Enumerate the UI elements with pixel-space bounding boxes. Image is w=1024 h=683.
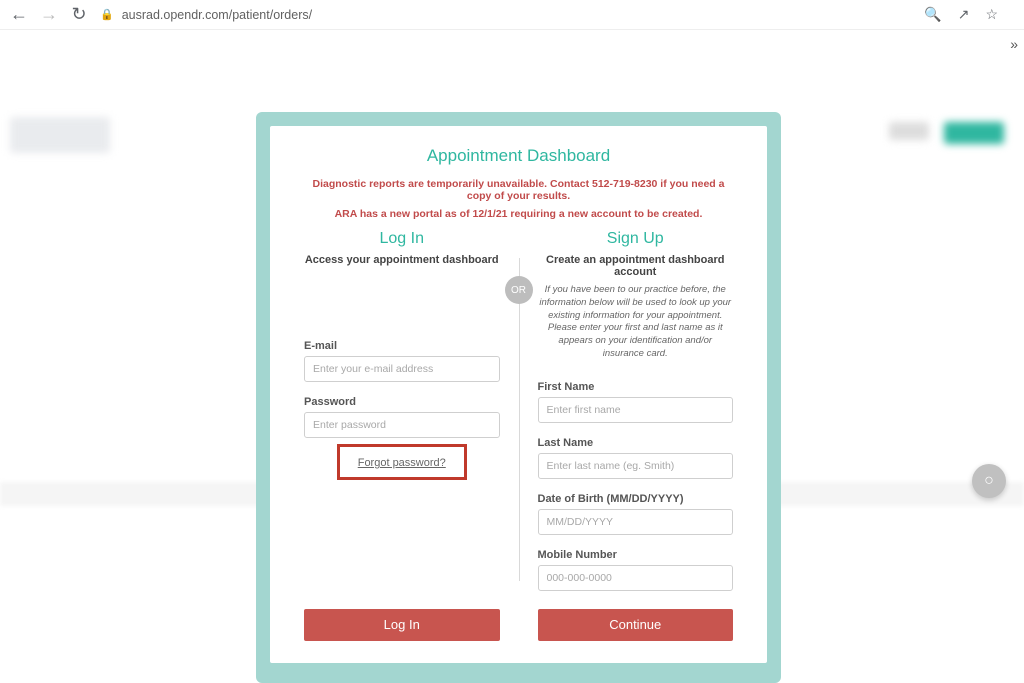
overflow-indicator[interactable]: »	[1010, 36, 1018, 52]
header-link-blurred	[889, 122, 929, 140]
login-subtitle: Access your appointment dashboard	[304, 254, 500, 266]
page-title: Appointment Dashboard	[304, 146, 733, 166]
signup-subtitle: Create an appointment dashboard account	[538, 254, 734, 278]
last-name-input[interactable]	[538, 453, 734, 479]
email-label: E-mail	[304, 340, 500, 352]
site-logo-blurred	[10, 117, 110, 153]
or-badge: OR	[505, 276, 533, 304]
alert-line-1: Diagnostic reports are temporarily unava…	[304, 178, 733, 202]
login-button[interactable]: Log In	[304, 609, 500, 641]
dob-input[interactable]	[538, 509, 734, 535]
email-input[interactable]	[304, 356, 500, 382]
login-heading: Log In	[304, 230, 500, 248]
zoom-icon[interactable]: 🔍	[924, 6, 941, 23]
mobile-input[interactable]	[538, 565, 734, 591]
reload-button[interactable]: ↻	[70, 4, 88, 25]
signup-column: Sign Up Create an appointment dashboard …	[538, 230, 734, 641]
first-name-input[interactable]	[538, 397, 734, 423]
continue-button[interactable]: Continue	[538, 609, 734, 641]
column-divider	[519, 258, 520, 581]
password-input[interactable]	[304, 412, 500, 438]
header-button-blurred	[944, 122, 1004, 144]
signup-heading: Sign Up	[538, 230, 734, 248]
forward-button[interactable]: →	[40, 4, 58, 25]
bookmark-star-icon[interactable]: ☆	[985, 6, 998, 23]
password-label: Password	[304, 396, 500, 408]
lock-icon: 🔒	[100, 8, 114, 21]
alert-line-2: ARA has a new portal as of 12/1/21 requi…	[304, 208, 733, 220]
chat-widget-button[interactable]: ○	[972, 464, 1006, 498]
dob-label: Date of Birth (MM/DD/YYYY)	[538, 493, 734, 505]
mobile-label: Mobile Number	[538, 549, 734, 561]
first-name-label: First Name	[538, 381, 734, 393]
signup-note: If you have been to our practice before,…	[538, 284, 734, 361]
login-spacer	[304, 272, 500, 326]
auth-card: Appointment Dashboard Diagnostic reports…	[256, 112, 781, 683]
last-name-label: Last Name	[538, 437, 734, 449]
columns: OR Log In Access your appointment dashbo…	[304, 230, 733, 641]
forgot-password-highlight: Forgot password?	[337, 444, 467, 480]
back-button[interactable]: ←	[10, 4, 28, 25]
login-column: Log In Access your appointment dashboard…	[304, 230, 500, 641]
browser-toolbar: ← → ↻ 🔒 ausrad.opendr.com/patient/orders…	[0, 0, 1024, 30]
url-text: ausrad.opendr.com/patient/orders/	[122, 8, 312, 22]
forgot-password-link[interactable]: Forgot password?	[358, 457, 446, 469]
share-icon[interactable]: ↗	[958, 6, 970, 23]
address-bar[interactable]: 🔒 ausrad.opendr.com/patient/orders/	[100, 8, 912, 22]
page-canvas: Appointment Dashboard Diagnostic reports…	[0, 52, 1024, 506]
toolbar-icons: 🔍 ↗ ☆	[924, 6, 998, 23]
chat-icon: ○	[984, 472, 994, 490]
auth-card-inner: Appointment Dashboard Diagnostic reports…	[270, 126, 767, 663]
